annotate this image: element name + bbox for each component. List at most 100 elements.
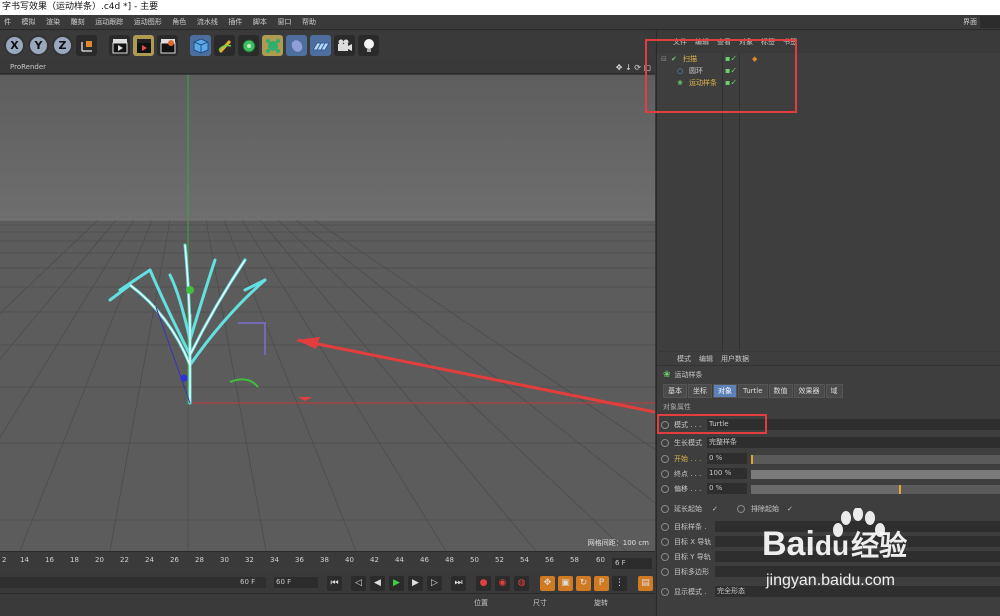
animate-dot[interactable] [661, 485, 669, 493]
end-frame-field[interactable]: 60 F [274, 577, 318, 588]
film-strip-icon[interactable]: ▤ [638, 576, 653, 591]
cube-icon[interactable] [190, 35, 211, 56]
animate-dot[interactable] [661, 455, 669, 463]
scale-key-icon[interactable]: ▣ [558, 576, 573, 591]
menu-help[interactable]: 帮助 [298, 15, 320, 30]
animate-dot[interactable] [661, 568, 669, 576]
menu-script[interactable]: 脚本 [249, 15, 271, 30]
link-field[interactable] [715, 536, 1000, 547]
layout-dropdown[interactable] [980, 16, 1000, 28]
timeline-ruler[interactable]: 2 14 16 18 20 22 24 26 28 30 32 34 36 38… [0, 551, 655, 573]
menu-character[interactable]: 角色 [168, 15, 190, 30]
autokey-button[interactable]: ◉ [495, 576, 510, 591]
menu-motion-tracking[interactable]: 运动跟踪 [91, 15, 127, 30]
z-axis-lock-button[interactable]: Z [52, 35, 73, 56]
animate-dot[interactable] [661, 588, 669, 596]
deformer-icon[interactable] [286, 35, 307, 56]
extend-start-checkbox[interactable]: ✓ [712, 502, 718, 516]
tab-basic[interactable]: 基本 [663, 384, 687, 398]
property-growth-mode[interactable]: 生长模式 完整样条 [657, 436, 1000, 450]
previous-frame-button[interactable]: ◀ [370, 576, 385, 591]
record-button[interactable]: ● [476, 576, 491, 591]
pla-key-icon[interactable]: ⋮ [612, 576, 627, 591]
am-menu-mode[interactable]: 模式 [677, 354, 691, 364]
preview-range-slider[interactable] [0, 577, 266, 588]
animate-dot[interactable] [661, 553, 669, 561]
next-key-button[interactable]: ▷ [427, 576, 442, 591]
move-key-icon[interactable]: ✥ [540, 576, 555, 591]
property-target-x-rail[interactable]: 目标 X 导轨 [657, 535, 1000, 549]
light-icon[interactable] [358, 35, 379, 56]
menu-render[interactable]: 渲染 [42, 15, 64, 30]
am-menu-edit[interactable]: 编辑 [699, 354, 713, 364]
link-field[interactable] [715, 551, 1000, 562]
render-view-icon[interactable] [109, 35, 130, 56]
tab-values[interactable]: 数值 [768, 384, 793, 398]
previous-key-button[interactable]: ◁ [351, 576, 366, 591]
offset-slider[interactable] [751, 485, 1000, 494]
animate-dot[interactable] [661, 538, 669, 546]
property-extend-start[interactable]: 延长起始 ✓ 排除起始 ✓ [657, 502, 1000, 516]
am-menu-user-data[interactable]: 用户数据 [721, 354, 749, 364]
timeline-tick: 38 [320, 556, 329, 564]
go-to-end-button[interactable]: ⏭ [451, 576, 466, 591]
x-axis-lock-button[interactable]: X [4, 35, 25, 56]
3d-viewport[interactable]: 网格间距：100 cm [0, 75, 655, 551]
link-field[interactable] [715, 566, 1000, 577]
next-frame-button[interactable]: ▶ [408, 576, 423, 591]
coord-position-label: 位置 [474, 599, 488, 607]
menu-plugins[interactable]: 插件 [224, 15, 246, 30]
array-icon[interactable] [262, 35, 283, 56]
y-axis-lock-button[interactable]: Y [28, 35, 49, 56]
menu-file[interactable]: 件 [0, 15, 15, 30]
end-slider[interactable] [751, 470, 1000, 479]
param-key-icon[interactable]: P [594, 576, 609, 591]
growth-mode-dropdown[interactable]: 完整样条 [707, 437, 1000, 448]
property-offset[interactable]: 偏移 . . . 0 % [657, 482, 1000, 496]
menu-mograph[interactable]: 运动图形 [130, 15, 166, 30]
go-to-start-button[interactable]: ⏮ [327, 576, 342, 591]
exclude-start-checkbox[interactable]: ✓ [787, 502, 793, 516]
subdivision-icon[interactable] [238, 35, 259, 56]
floor-icon[interactable] [310, 35, 331, 56]
timeline-tick: 34 [270, 556, 279, 564]
renderer-label[interactable]: ProRender [10, 63, 46, 71]
animate-dot[interactable] [661, 505, 669, 513]
rotate-key-icon[interactable]: ↻ [576, 576, 591, 591]
animate-dot[interactable] [661, 523, 669, 531]
tab-coordinates[interactable]: 坐标 [688, 384, 712, 398]
display-mode-dropdown[interactable]: 完全形态 [715, 586, 1000, 597]
render-settings-icon[interactable] [157, 35, 178, 56]
property-start[interactable]: 开始 . . . 0 % [657, 452, 1000, 466]
property-display-mode[interactable]: 显示模式 . 完全形态 [657, 585, 1000, 599]
menu-sculpt[interactable]: 雕刻 [67, 15, 89, 30]
play-button[interactable]: ▶ [389, 576, 404, 591]
animate-dot[interactable] [661, 470, 669, 478]
animate-dot[interactable] [661, 439, 669, 447]
coordinate-system-icon[interactable] [76, 35, 97, 56]
current-frame-field[interactable]: 6 F [612, 558, 652, 569]
offset-field[interactable]: 0 % [707, 483, 747, 494]
property-target-polygon[interactable]: 目标多边形 [657, 565, 1000, 579]
menu-simulate[interactable]: 模拟 [18, 15, 40, 30]
pen-icon[interactable] [214, 35, 235, 56]
menu-window[interactable]: 窗口 [273, 15, 295, 30]
render-picture-queue-icon[interactable] [133, 35, 154, 56]
start-slider[interactable] [751, 455, 1000, 464]
property-label: 终点 . . . [674, 470, 702, 478]
tab-object[interactable]: 对象 [713, 384, 737, 398]
animate-dot[interactable] [737, 505, 745, 513]
property-target-y-rail[interactable]: 目标 Y 导轨 [657, 550, 1000, 564]
property-target-spline[interactable]: 目标样条 . [657, 520, 1000, 534]
tab-fields[interactable]: 域 [825, 384, 843, 398]
tab-effectors[interactable]: 效果器 [793, 384, 825, 398]
end-field[interactable]: 100 % [707, 468, 747, 479]
camera-icon[interactable] [334, 35, 355, 56]
menu-pipeline[interactable]: 流水线 [193, 15, 222, 30]
tab-turtle[interactable]: Turtle [738, 384, 768, 398]
property-end[interactable]: 终点 . . . 100 % [657, 467, 1000, 481]
link-field[interactable] [715, 521, 1000, 532]
keyframe-selection-button[interactable]: ◍ [514, 576, 529, 591]
attribute-tabs: 基本 坐标 对象 Turtle 数值 效果器 域 [657, 384, 1000, 398]
start-field[interactable]: 0 % [707, 453, 747, 464]
